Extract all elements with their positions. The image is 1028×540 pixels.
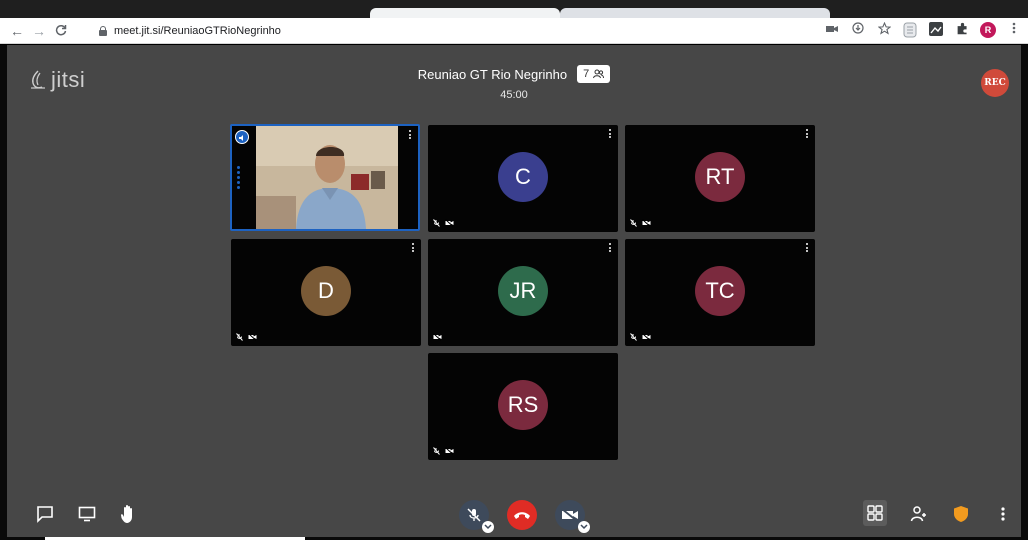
reload-icon[interactable] [52, 22, 70, 40]
url-path: /ReuniaoGTRioNegrinho [160, 25, 281, 37]
participants-count: 7 [583, 68, 590, 80]
mic-muted-icon [630, 333, 637, 341]
image-extension-icon[interactable] [928, 22, 944, 38]
participant-avatar: RT [695, 151, 745, 202]
recording-badge: REC [981, 69, 1009, 97]
camera-icon[interactable] [824, 22, 840, 38]
participant-avatar: C [498, 151, 548, 202]
tile-view-button[interactable] [863, 500, 887, 526]
browser-toolbar: ← → meet.jit.si/ReuniaoGTRioNegrinho R [0, 18, 1028, 44]
tile-view-icon [867, 505, 883, 521]
audio-level-indicator [237, 166, 241, 191]
hangup-button[interactable] [507, 500, 537, 530]
tile-menu-icon[interactable] [609, 129, 612, 140]
back-arrow-icon[interactable]: ← [8, 22, 26, 40]
participants-icon [593, 69, 605, 79]
mic-muted-icon [433, 447, 440, 455]
participant-avatar: JR [498, 265, 548, 316]
meeting-header: Reuniao GT Rio Negrinho 7 45:00 [7, 65, 1021, 101]
lock-icon[interactable] [98, 26, 108, 36]
participant-tile[interactable]: JR [428, 239, 618, 346]
meeting-title: Reuniao GT Rio Negrinho [417, 66, 568, 82]
tile-menu-icon[interactable] [806, 129, 809, 140]
participant-avatar: TC [695, 265, 745, 316]
profile-avatar[interactable]: R [980, 22, 996, 38]
camera-off-icon [561, 508, 578, 522]
hangup-icon [514, 512, 530, 519]
camera-off-icon [433, 333, 442, 341]
participant-tile[interactable]: RT [625, 125, 815, 232]
microphone-toggle-button[interactable] [459, 500, 494, 533]
meeting-timer: 45:00 [500, 88, 528, 101]
camera-off-icon [445, 219, 454, 227]
mic-options-chevron-icon[interactable] [482, 521, 494, 533]
mic-muted-icon [630, 219, 637, 227]
camera-off-icon [642, 333, 651, 341]
mic-muted-icon [467, 508, 481, 522]
more-actions-icon[interactable] [991, 502, 1015, 526]
extension-puzzle-icon[interactable] [954, 22, 970, 38]
tile-menu-icon[interactable] [806, 243, 809, 254]
install-icon[interactable] [850, 22, 866, 38]
invite-participants-icon[interactable] [907, 502, 931, 526]
camera-off-icon [445, 447, 454, 455]
chat-icon[interactable] [33, 502, 57, 526]
raise-hand-icon[interactable] [117, 502, 141, 526]
camera-off-icon [642, 219, 651, 227]
window-edge-right [1021, 45, 1028, 540]
forward-arrow-icon[interactable]: → [30, 22, 48, 40]
camera-off-icon [248, 333, 257, 341]
browser-tab[interactable] [560, 8, 830, 18]
conference-stage: jitsi Reuniao GT Rio Negrinho 7 45:00 RE… [7, 45, 1021, 540]
participant-avatar: RS [498, 379, 548, 430]
browser-tab-active[interactable] [370, 8, 560, 18]
mic-muted-icon [236, 333, 243, 341]
participant-tile[interactable]: RS [428, 353, 618, 460]
browser-tabstrip [0, 0, 1028, 18]
tile-menu-icon[interactable] [409, 130, 412, 141]
url-host: meet.jit.si [114, 25, 161, 37]
participant-video [256, 126, 398, 229]
conference-toolbar [7, 490, 1021, 540]
security-shield-icon[interactable] [949, 502, 973, 526]
participant-tile-speaker[interactable] [230, 124, 420, 231]
tile-menu-icon[interactable] [412, 243, 415, 254]
more-vert-icon[interactable] [1006, 22, 1022, 38]
camera-toggle-button[interactable] [555, 500, 590, 533]
address-bar[interactable]: meet.jit.si/ReuniaoGTRioNegrinho [92, 21, 832, 41]
participant-tile[interactable]: TC [625, 239, 815, 346]
participant-tile[interactable]: D [231, 239, 421, 346]
dominant-speaker-icon [235, 130, 249, 144]
reader-icon[interactable] [902, 22, 918, 38]
participants-count-badge[interactable]: 7 [577, 65, 611, 83]
participant-avatar: D [301, 265, 351, 316]
screen-share-icon[interactable] [75, 502, 99, 526]
mic-muted-icon [433, 219, 440, 227]
tile-menu-icon[interactable] [609, 243, 612, 254]
star-icon[interactable] [876, 21, 892, 38]
participant-tile[interactable]: C [428, 125, 618, 232]
camera-options-chevron-icon[interactable] [578, 521, 590, 533]
window-edge-left [0, 45, 7, 540]
